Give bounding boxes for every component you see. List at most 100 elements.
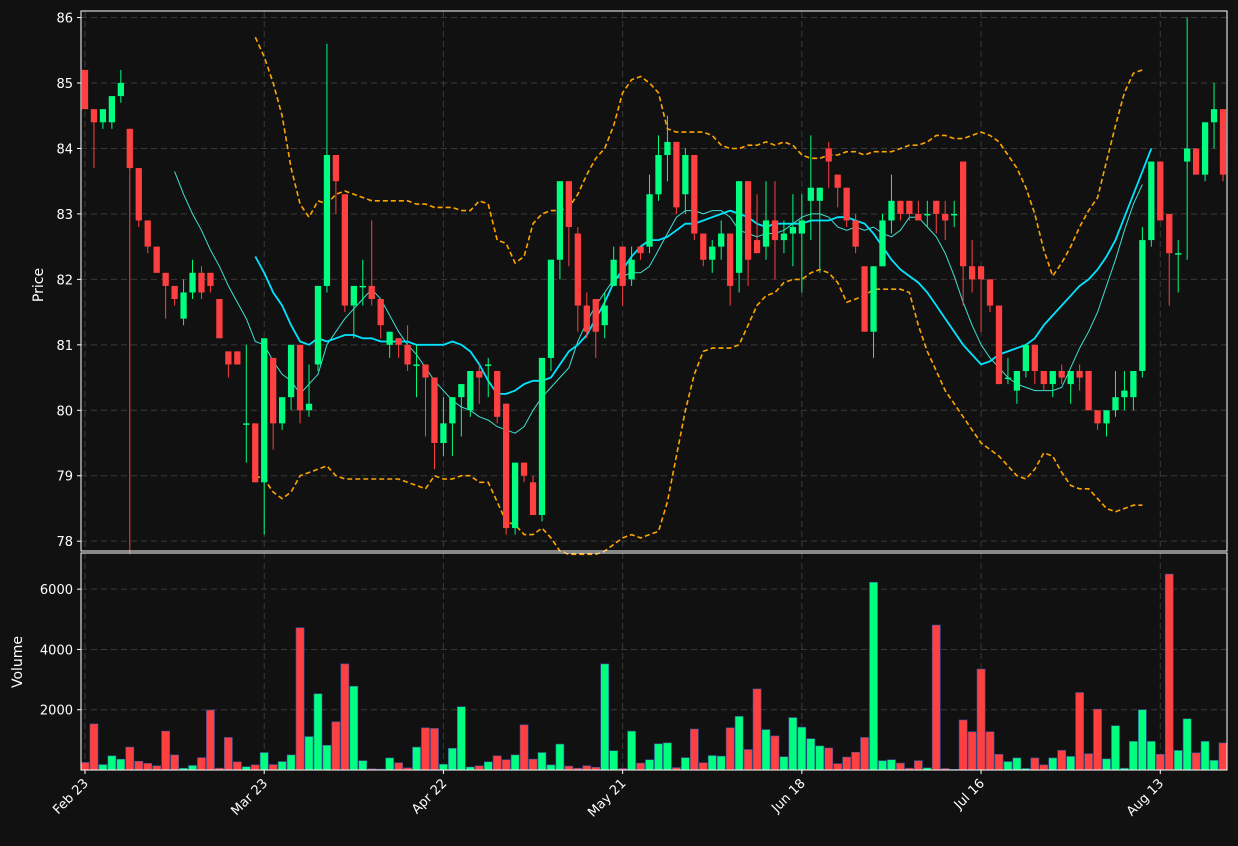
volume-bar [958, 719, 968, 771]
volume-bar [707, 755, 717, 771]
candle-body [422, 364, 429, 378]
volume-bar [394, 762, 403, 771]
volume-bar [555, 743, 565, 771]
candle-body [673, 141, 680, 208]
volume-bar [1173, 750, 1183, 771]
candle-body [350, 285, 357, 306]
candle-body [449, 397, 456, 424]
volume-bar [358, 760, 368, 771]
volume-bar [824, 747, 834, 771]
volume-bar [1003, 761, 1013, 771]
volume-bar [1012, 757, 1022, 771]
volume-bar [851, 751, 860, 771]
volume-bar [609, 750, 619, 771]
candle-body [1166, 213, 1173, 254]
volume-bar [1191, 752, 1201, 771]
candle-body [1184, 148, 1191, 162]
price-tick-label: 81 [56, 339, 73, 354]
volume-bar [125, 746, 135, 771]
candle-body [977, 266, 985, 280]
candle-body [314, 285, 322, 365]
candle-body [682, 155, 689, 195]
candle-body [628, 259, 635, 280]
candle-body [1094, 410, 1101, 424]
candle-body [960, 161, 967, 267]
candle-body [341, 194, 348, 306]
volume-bar [869, 581, 878, 771]
volume-bar [322, 744, 332, 771]
volume-bar [1111, 725, 1120, 771]
price-tick-label: 78 [56, 535, 73, 550]
candle-body [986, 279, 994, 306]
candle-body [1219, 109, 1227, 175]
candle-body [171, 285, 178, 299]
candle-body [1004, 377, 1012, 380]
candle-body [153, 246, 160, 273]
volume-bar [492, 755, 502, 771]
volume-bar [976, 668, 986, 771]
volume-bar [349, 685, 359, 771]
candle-body [305, 403, 313, 411]
volume-bar [743, 749, 753, 771]
candle-body [1022, 344, 1030, 371]
volume-bar [1057, 750, 1067, 771]
candle-body [386, 331, 393, 345]
volume-bar [985, 731, 995, 771]
candle-body [404, 344, 411, 365]
volume-bar [1218, 742, 1228, 771]
volume-bar [815, 745, 825, 771]
candle-body [1157, 161, 1164, 221]
candle-body [834, 174, 841, 188]
candle-body [798, 220, 805, 234]
candle-body [296, 344, 304, 411]
volume-bar [752, 688, 762, 771]
candle-body [664, 141, 671, 155]
volume-bar [1155, 754, 1165, 771]
candle-body [565, 181, 573, 227]
candle-body [117, 83, 124, 97]
candle-body [1175, 253, 1182, 255]
volume-bar [967, 731, 977, 771]
candle-body [601, 305, 608, 326]
candle-body [655, 155, 662, 195]
volume-bar [994, 754, 1004, 771]
volume-bar [457, 706, 466, 771]
candle-body [413, 364, 420, 366]
candle-body [646, 194, 653, 247]
candle-body [753, 240, 761, 254]
volume-bar [1030, 757, 1040, 771]
volume-bar [98, 764, 108, 771]
candle-body [431, 377, 438, 443]
volume-bar [268, 764, 278, 771]
candle-body [744, 181, 752, 260]
volume-bar [232, 761, 242, 771]
volume-bar [1084, 753, 1093, 771]
price-tick-label: 84 [56, 142, 73, 157]
candle-body [359, 285, 366, 288]
candle-body [252, 423, 259, 483]
candle-body [968, 266, 976, 280]
volume-bar [896, 762, 905, 771]
volume-bar [716, 755, 726, 771]
candle-body [583, 305, 590, 332]
volume-bar [1066, 756, 1076, 771]
volume-bar [546, 764, 556, 771]
candle-body [377, 299, 384, 326]
candle-body [467, 371, 474, 411]
candle-body [906, 200, 913, 214]
candle-body [243, 423, 250, 425]
candle-body [90, 109, 98, 123]
candle-body [108, 96, 116, 123]
volume-bar [107, 755, 117, 771]
candlestick-chart: 787980818283848586 200040006000 Feb 23 Ma… [0, 0, 1238, 842]
candle-body [1192, 148, 1200, 175]
candle-body [933, 200, 940, 214]
candle-body [144, 220, 151, 247]
candle-body [278, 397, 286, 424]
candle-body [261, 338, 268, 483]
candle-body [1201, 122, 1209, 175]
volume-bar [636, 762, 645, 771]
candle-body [735, 181, 743, 273]
volume-bar [1209, 760, 1219, 771]
candle-body [727, 233, 734, 286]
